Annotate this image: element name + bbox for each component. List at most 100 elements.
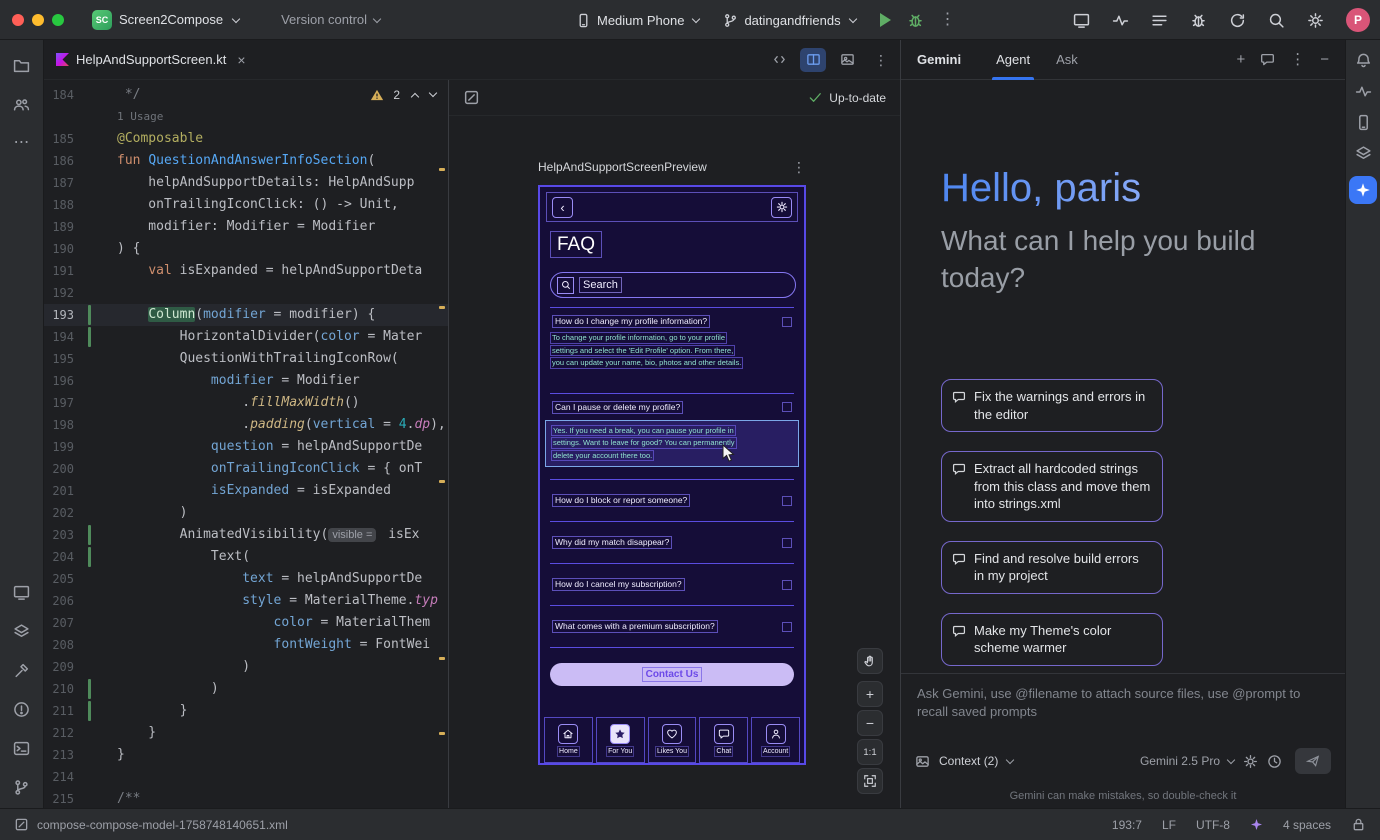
terminal-tool-button[interactable]	[7, 733, 37, 763]
version-control-tool-button[interactable]	[7, 772, 37, 802]
structure-icon[interactable]	[1151, 12, 1168, 29]
code-line-201[interactable]: 201 isExpanded = isExpanded	[44, 480, 448, 502]
code-line-213[interactable]: 213}	[44, 744, 448, 766]
gemini-settings-icon[interactable]	[1243, 754, 1258, 769]
minimize-window-button[interactable]	[32, 14, 44, 26]
ui-check-icon[interactable]	[463, 89, 480, 106]
resource-manager-icon[interactable]	[1355, 145, 1372, 162]
code-line-204[interactable]: 204 Text(	[44, 546, 448, 568]
split-view-button[interactable]	[800, 48, 826, 72]
faq-question-row[interactable]: How do I block or report someone?	[550, 480, 794, 521]
gemini-suggestion-card[interactable]: Find and resolve build errors in my proj…	[941, 541, 1163, 594]
search-everywhere-icon[interactable]	[1268, 12, 1285, 29]
project-selector[interactable]: SC Screen2Compose	[92, 10, 239, 30]
code-line-210[interactable]: 210 )	[44, 678, 448, 700]
code-editor[interactable]: 2 184 */1 Usage185@Composable186fun Ques…	[44, 80, 448, 808]
faq-question-row[interactable]: Can I pause or delete my profile?	[550, 394, 794, 418]
profiler-icon[interactable]	[1112, 12, 1129, 29]
code-line-209[interactable]: 209 )	[44, 656, 448, 678]
sync-project-icon[interactable]	[1229, 12, 1246, 29]
caret-position[interactable]: 193:7	[1112, 818, 1142, 832]
bottom-nav-chat[interactable]: Chat	[699, 717, 748, 763]
faq-question-row[interactable]: Why did my match disappear?	[550, 522, 794, 563]
code-line-193[interactable]: 193 Column(modifier = modifier) {	[44, 304, 448, 326]
profiler-tool-icon[interactable]	[1355, 83, 1372, 100]
inspection-widget[interactable]: 2	[370, 88, 436, 102]
problems-tool-button[interactable]	[7, 694, 37, 724]
preview-options-button[interactable]: ⋮	[792, 160, 806, 174]
code-line-185[interactable]: 185@Composable	[44, 128, 448, 150]
gemini-status-icon[interactable]	[1250, 818, 1263, 831]
code-line-212[interactable]: 212 }	[44, 722, 448, 744]
prev-warning-icon[interactable]	[411, 92, 419, 100]
more-actions-button[interactable]: ⋮	[940, 12, 956, 28]
gemini-input[interactable]: Ask Gemini, use @filename to attach sour…	[917, 685, 1319, 721]
notifications-icon[interactable]	[1355, 52, 1372, 69]
device-manager-icon[interactable]	[1355, 114, 1372, 131]
model-dropdown[interactable]: Gemini 2.5 Pro	[1140, 754, 1234, 768]
prompt-history-icon[interactable]	[1267, 754, 1282, 769]
preview-canvas[interactable]: HelpAndSupportScreenPreview ⋮ ‹ FAQ Sear…	[449, 116, 900, 808]
running-devices-button[interactable]	[7, 577, 37, 607]
send-button[interactable]	[1295, 748, 1331, 774]
app-inspection-icon[interactable]	[1190, 12, 1207, 29]
more-tool-windows-button[interactable]: ⋯	[7, 128, 37, 158]
zoom-in-button[interactable]: +	[857, 681, 883, 707]
close-tab-icon[interactable]: ×	[237, 52, 245, 68]
back-icon[interactable]: ‹	[552, 197, 573, 218]
editor-tab[interactable]: HelpAndSupportScreen.kt ×	[44, 40, 258, 80]
code-line-200[interactable]: 200 onTrailingIconClick = { onT	[44, 458, 448, 480]
phone-preview[interactable]: ‹ FAQ Search How do I change my profile …	[538, 185, 806, 765]
code-line-187[interactable]: 187 helpAndSupportDetails: HelpAndSupp	[44, 172, 448, 194]
context-dropdown[interactable]: Context (2)	[939, 754, 1013, 768]
code-line-202[interactable]: 202 )	[44, 502, 448, 524]
code-line-215[interactable]: 215/**	[44, 788, 448, 808]
branch-selector[interactable]: datingandfriends	[723, 13, 855, 28]
code-line-186[interactable]: 186fun QuestionAndAnswerInfoSection(	[44, 150, 448, 172]
settings-gear-icon[interactable]	[771, 197, 792, 218]
code-line-206[interactable]: 206 style = MaterialTheme.typ	[44, 590, 448, 612]
code-line-195[interactable]: 195 QuestionWithTrailingIconRow(	[44, 348, 448, 370]
device-selector[interactable]: Medium Phone	[576, 13, 699, 28]
maximize-window-button[interactable]	[52, 14, 64, 26]
tab-agent[interactable]: Agent	[983, 40, 1043, 80]
file-encoding[interactable]: UTF-8	[1196, 818, 1230, 832]
device-mirroring-icon[interactable]	[1073, 12, 1090, 29]
code-line-199[interactable]: 199 question = helpAndSupportDe	[44, 436, 448, 458]
code-line-190[interactable]: 190) {	[44, 238, 448, 260]
bottom-nav-heart[interactable]: Likes You	[648, 717, 697, 763]
project-tool-button[interactable]	[7, 50, 37, 80]
code-line-189[interactable]: 189 modifier: Modifier = Modifier	[44, 216, 448, 238]
code-line-211[interactable]: 211 }	[44, 700, 448, 722]
version-control-menu[interactable]: Version control	[281, 12, 380, 27]
zoom-to-fit-button[interactable]	[857, 768, 883, 794]
chat-history-icon[interactable]	[1260, 52, 1275, 67]
code-line-208[interactable]: 208 fontWeight = FontWei	[44, 634, 448, 656]
kebab-menu-icon[interactable]: ⋮	[1290, 52, 1305, 67]
code-line-194[interactable]: 194 HorizontalDivider(color = Mater	[44, 326, 448, 348]
code-line-214[interactable]: 214	[44, 766, 448, 788]
line-separator[interactable]: LF	[1162, 818, 1176, 832]
gemini-suggestion-card[interactable]: Make my Theme's color scheme warmer	[941, 613, 1163, 666]
new-chat-icon[interactable]: +	[1236, 52, 1245, 67]
code-line-192[interactable]: 192	[44, 282, 448, 304]
faq-question-row[interactable]: What comes with a premium subscription?	[550, 606, 794, 647]
design-view-button[interactable]	[834, 48, 860, 72]
code-line-197[interactable]: 197 .fillMaxWidth()	[44, 392, 448, 414]
bottom-nav-person[interactable]: Account	[751, 717, 800, 763]
zoom-actual-size-button[interactable]: 1:1	[857, 739, 883, 765]
lock-icon[interactable]	[1351, 817, 1366, 832]
statusbar-file[interactable]: compose-compose-model-1758748140651.xml	[14, 817, 288, 832]
indent-setting[interactable]: 4 spaces	[1283, 818, 1331, 832]
faq-question-row[interactable]: How do I change my profile information?	[550, 308, 794, 332]
user-avatar[interactable]: P	[1346, 8, 1370, 32]
code-line-188[interactable]: 188 onTrailingIconClick: () -> Unit,	[44, 194, 448, 216]
bottom-nav-home[interactable]: Home	[544, 717, 593, 763]
code-line-205[interactable]: 205 text = helpAndSupportDe	[44, 568, 448, 590]
code-inlay-usage-hint[interactable]: 1 Usage	[44, 106, 448, 128]
bottom-nav-star[interactable]: For You	[596, 717, 645, 763]
build-tool-button[interactable]	[7, 655, 37, 685]
faq-question-row[interactable]: How do I cancel my subscription?	[550, 564, 794, 605]
debug-button[interactable]	[907, 12, 924, 29]
tab-ask[interactable]: Ask	[1043, 40, 1091, 80]
